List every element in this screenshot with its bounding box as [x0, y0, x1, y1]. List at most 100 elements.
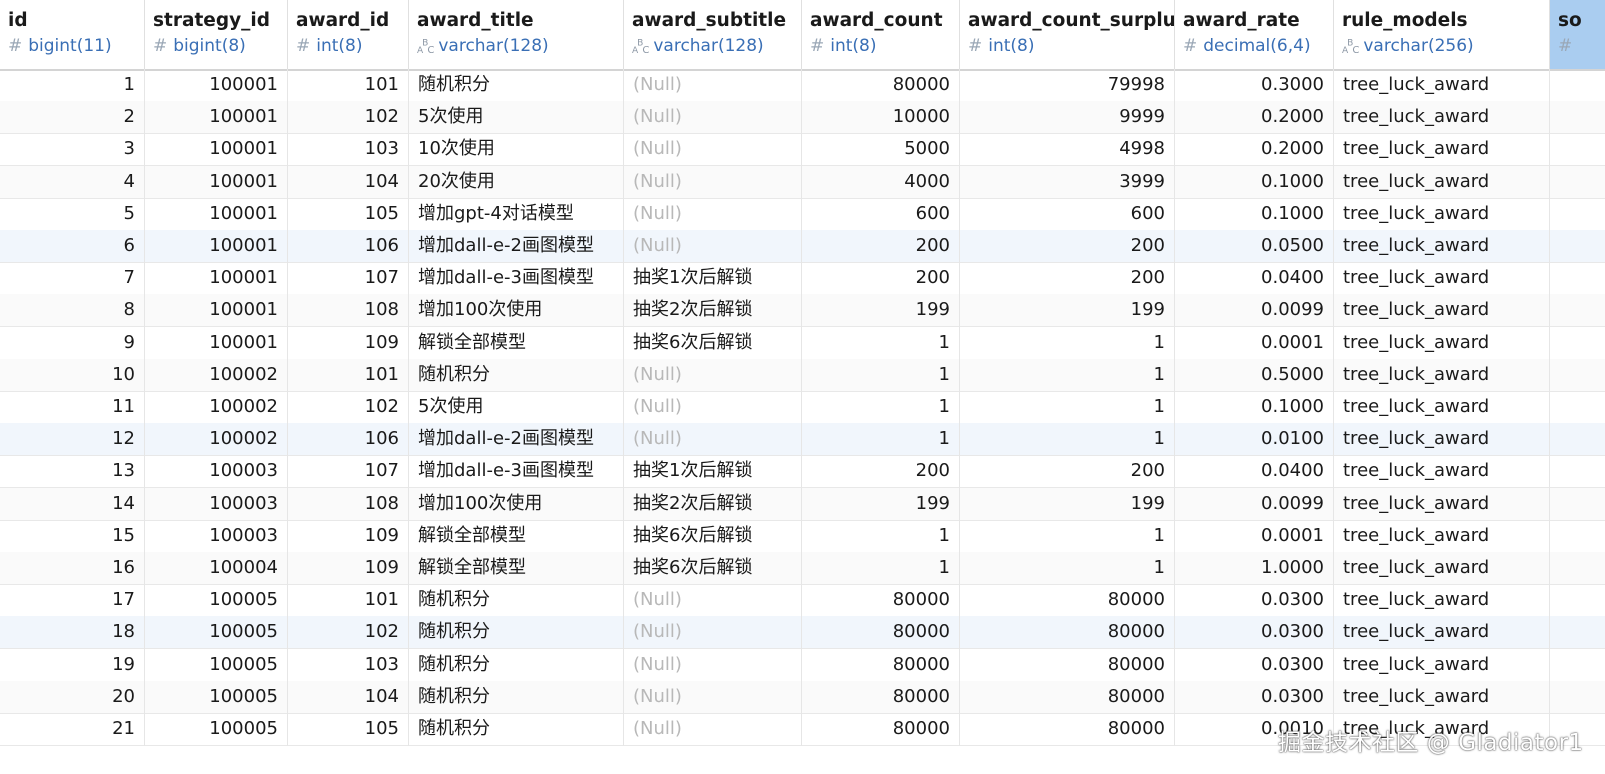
- cell-award-rate[interactable]: 0.0500: [1175, 230, 1334, 263]
- table-row[interactable]: 2 100001 102 5次使用 (Null) 10000 9999 0.2000 tree_…: [0, 101, 1605, 135]
- cell-award-title[interactable]: 增加dall-e-2画图模型: [409, 423, 624, 457]
- cell-award-count-surplus[interactable]: 1: [960, 391, 1175, 424]
- cell-award-title[interactable]: 随机积分: [409, 713, 624, 746]
- cell-award-count-surplus[interactable]: 199: [960, 294, 1175, 328]
- cell-award-rate[interactable]: 0.0300: [1175, 648, 1334, 682]
- cell-award-id[interactable]: 102: [288, 616, 409, 650]
- cell-award-count-surplus[interactable]: 80000: [960, 584, 1175, 618]
- cell-strategy-id[interactable]: 100001: [145, 133, 288, 167]
- cell-award-title[interactable]: 10次使用: [409, 133, 624, 167]
- cell-award-count[interactable]: 80000: [802, 648, 960, 682]
- cell-award-id[interactable]: 101: [288, 69, 409, 102]
- cell-id[interactable]: 21: [0, 713, 145, 746]
- cell-award-rate[interactable]: 0.2000: [1175, 101, 1334, 135]
- table-row[interactable]: 9 100001 109 解锁全部模型 抽奖6次后解锁 1 1 0.0001 tree_luck…: [0, 326, 1605, 360]
- cell-award-count[interactable]: 80000: [802, 713, 960, 746]
- cell-so[interactable]: [1550, 520, 1605, 553]
- cell-award-id[interactable]: 101: [288, 358, 409, 392]
- cell-award-subtitle[interactable]: 抽奖2次后解锁: [624, 487, 802, 521]
- cell-award-id[interactable]: 102: [288, 391, 409, 424]
- cell-award-count[interactable]: 600: [802, 197, 960, 231]
- cell-award-count[interactable]: 199: [802, 487, 960, 521]
- table-row[interactable]: 5 100001 105 增加gpt-4对话模型 (Null) 600 600 0.1000 t…: [0, 197, 1605, 231]
- table-row[interactable]: 10 100002 101 随机积分 (Null) 1 1 0.5000 tree_luck_a…: [0, 358, 1605, 392]
- cell-award-rate[interactable]: 0.0300: [1175, 584, 1334, 618]
- cell-id[interactable]: 1: [0, 69, 145, 102]
- cell-award-id[interactable]: 104: [288, 165, 409, 199]
- cell-award-id[interactable]: 102: [288, 101, 409, 135]
- cell-strategy-id[interactable]: 100003: [145, 487, 288, 521]
- cell-strategy-id[interactable]: 100005: [145, 584, 288, 618]
- cell-award-count[interactable]: 1: [802, 326, 960, 360]
- table-row[interactable]: 4 100001 104 20次使用 (Null) 4000 3999 0.1000 tree_…: [0, 165, 1605, 199]
- cell-id[interactable]: 2: [0, 101, 145, 135]
- cell-strategy-id[interactable]: 100001: [145, 326, 288, 360]
- cell-so[interactable]: [1550, 616, 1605, 649]
- cell-strategy-id[interactable]: 100001: [145, 230, 288, 263]
- cell-award-count-surplus[interactable]: 80000: [960, 680, 1175, 714]
- cell-award-title[interactable]: 增加dall-e-3画图模型: [409, 455, 624, 489]
- cell-award-subtitle[interactable]: (Null): [624, 101, 802, 135]
- cell-award-count[interactable]: 199: [802, 294, 960, 328]
- cell-id[interactable]: 5: [0, 197, 145, 231]
- cell-award-title[interactable]: 解锁全部模型: [409, 519, 624, 553]
- cell-strategy-id[interactable]: 100002: [145, 391, 288, 424]
- cell-award-rate[interactable]: 0.0100: [1175, 423, 1334, 457]
- cell-strategy-id[interactable]: 100004: [145, 552, 288, 585]
- column-header-award-rate[interactable]: award_rate # decimal(6,4): [1175, 0, 1334, 69]
- cell-award-id[interactable]: 105: [288, 713, 409, 746]
- cell-award-count[interactable]: 80000: [802, 616, 960, 650]
- cell-id[interactable]: 11: [0, 391, 145, 424]
- cell-award-title[interactable]: 随机积分: [409, 648, 624, 682]
- cell-award-title[interactable]: 增加dall-e-2画图模型: [409, 230, 624, 263]
- cell-rule-models[interactable]: tree_luck_award: [1334, 487, 1550, 521]
- column-header-so[interactable]: so #: [1550, 0, 1605, 69]
- cell-so[interactable]: [1550, 133, 1605, 166]
- cell-award-subtitle[interactable]: (Null): [624, 197, 802, 231]
- table-row[interactable]: 1 100001 101 随机积分 (Null) 80000 79998 0.3000 tree…: [0, 69, 1605, 102]
- cell-so[interactable]: [1550, 230, 1605, 263]
- table-row[interactable]: 11 100002 102 5次使用 (Null) 1 1 0.1000 tree_luck_a…: [0, 391, 1605, 424]
- cell-award-count-surplus[interactable]: 1: [960, 552, 1175, 585]
- cell-award-count-surplus[interactable]: 80000: [960, 713, 1175, 746]
- cell-award-rate[interactable]: 0.0099: [1175, 487, 1334, 521]
- cell-award-title[interactable]: 增加gpt-4对话模型: [409, 197, 624, 231]
- cell-id[interactable]: 19: [0, 648, 145, 682]
- cell-award-count-surplus[interactable]: 600: [960, 197, 1175, 231]
- table-row[interactable]: 17 100005 101 随机积分 (Null) 80000 80000 0.0300 tre…: [0, 584, 1605, 618]
- cell-award-id[interactable]: 109: [288, 552, 409, 585]
- cell-award-title[interactable]: 随机积分: [409, 69, 624, 102]
- cell-award-subtitle[interactable]: (Null): [624, 230, 802, 263]
- cell-award-subtitle[interactable]: (Null): [624, 648, 802, 682]
- cell-award-subtitle[interactable]: (Null): [624, 165, 802, 199]
- column-header-id[interactable]: id # bigint(11): [0, 0, 145, 69]
- column-header-award-count[interactable]: award_count # int(8): [802, 0, 960, 69]
- cell-rule-models[interactable]: tree_luck_award: [1334, 133, 1550, 167]
- cell-so[interactable]: [1550, 69, 1605, 102]
- cell-id[interactable]: 6: [0, 230, 145, 263]
- cell-rule-models[interactable]: tree_luck_award: [1334, 584, 1550, 618]
- cell-so[interactable]: [1550, 391, 1605, 424]
- cell-so[interactable]: [1550, 584, 1605, 617]
- cell-award-subtitle[interactable]: (Null): [624, 584, 802, 618]
- cell-award-count[interactable]: 1: [802, 519, 960, 553]
- cell-so[interactable]: [1550, 359, 1605, 392]
- cell-so[interactable]: [1550, 649, 1605, 682]
- cell-award-rate[interactable]: 0.3000: [1175, 69, 1334, 102]
- cell-award-count-surplus[interactable]: 1: [960, 358, 1175, 392]
- column-header-award-title[interactable]: award_title ABC varchar(128): [409, 0, 624, 69]
- cell-award-id[interactable]: 108: [288, 487, 409, 521]
- cell-award-rate[interactable]: 0.1000: [1175, 391, 1334, 424]
- cell-so[interactable]: [1550, 262, 1605, 295]
- cell-award-title[interactable]: 5次使用: [409, 101, 624, 135]
- cell-award-subtitle[interactable]: (Null): [624, 616, 802, 650]
- cell-rule-models[interactable]: tree_luck_award: [1334, 455, 1550, 489]
- cell-award-count[interactable]: 200: [802, 262, 960, 296]
- cell-award-count[interactable]: 10000: [802, 101, 960, 135]
- cell-award-rate[interactable]: 0.0099: [1175, 294, 1334, 328]
- data-grid[interactable]: id # bigint(11) strategy_id # bigint(8) award_…: [0, 0, 1605, 774]
- cell-award-rate[interactable]: 1.0000: [1175, 552, 1334, 585]
- cell-strategy-id[interactable]: 100003: [145, 519, 288, 553]
- cell-id[interactable]: 18: [0, 616, 145, 650]
- cell-award-count[interactable]: 80000: [802, 69, 960, 102]
